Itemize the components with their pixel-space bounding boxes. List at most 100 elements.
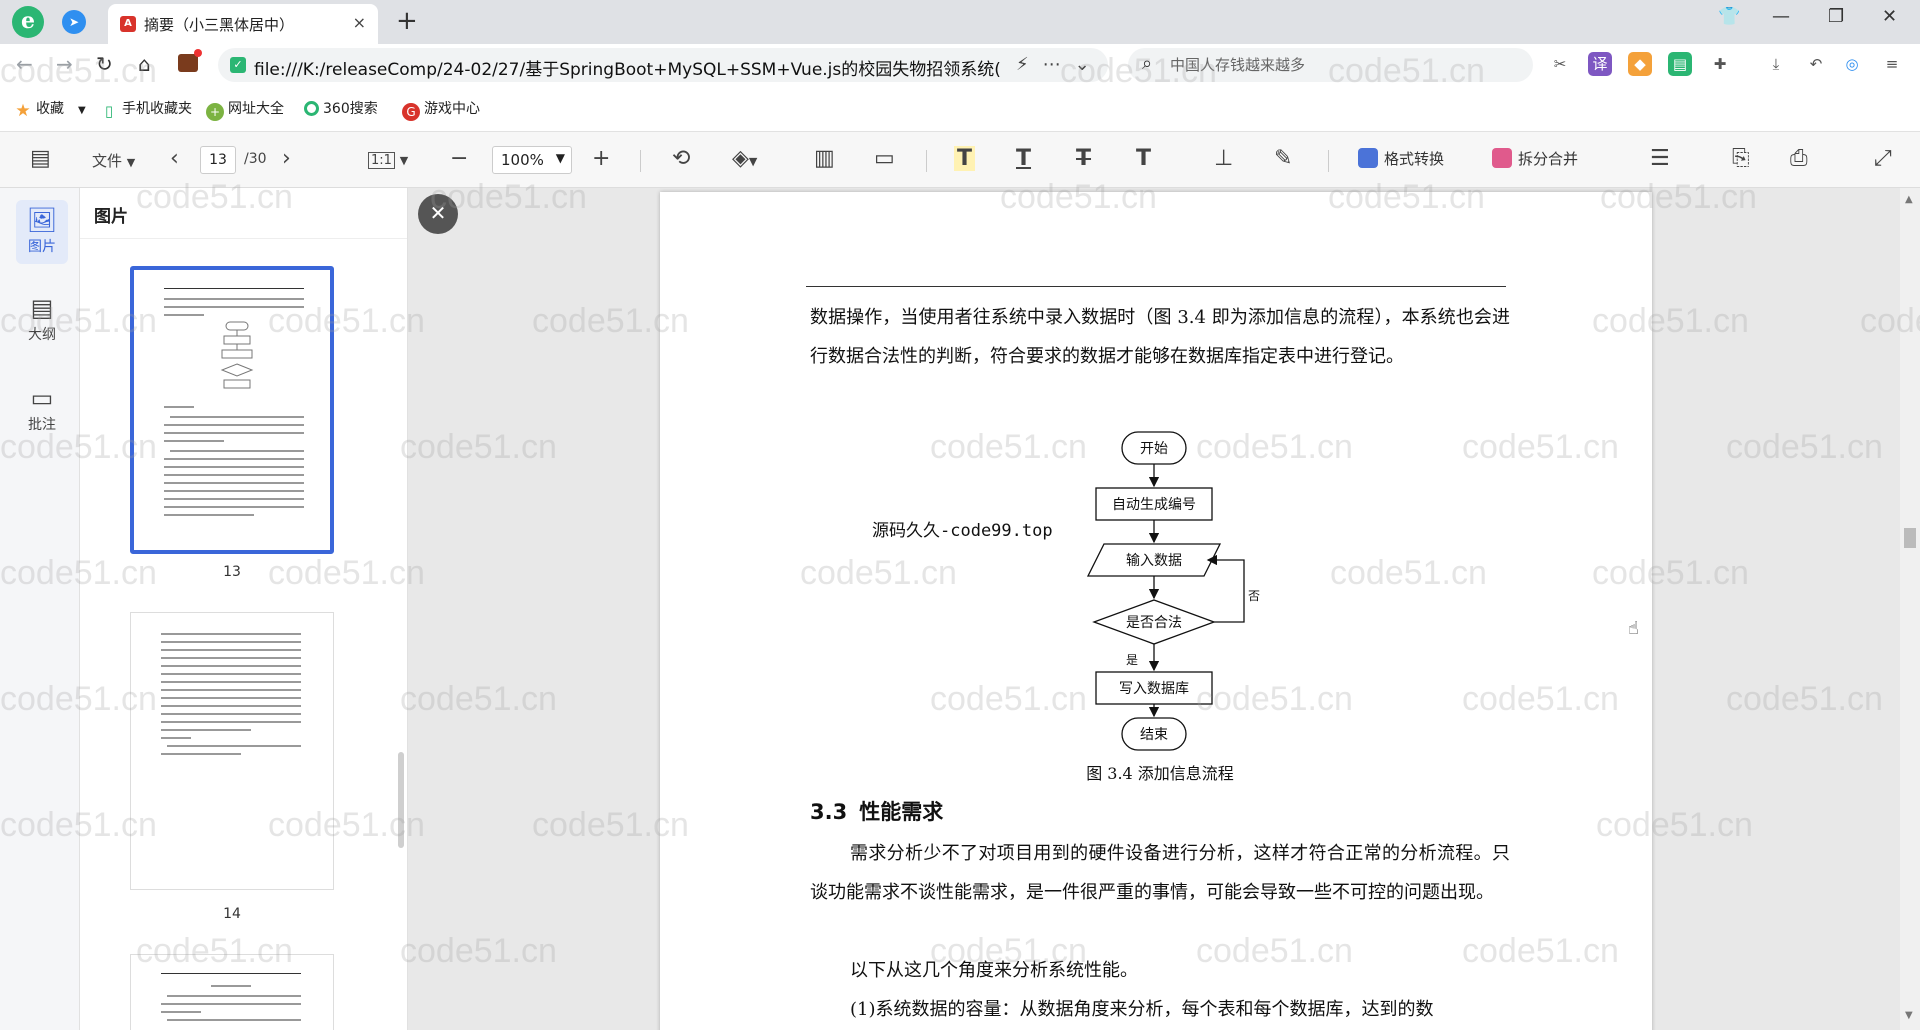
bookmark-favorites[interactable]: ★ 收藏 ▼ (14, 98, 86, 120)
zoom-select[interactable]: 100% ▼ (492, 146, 572, 174)
close-panel-icon[interactable]: ✕ (418, 194, 458, 234)
text-box-icon[interactable]: T (1136, 146, 1151, 171)
url-text[interactable]: file:///K:/releaseComp/24-02/27/基于Spring… (254, 55, 1001, 80)
split-merge-button[interactable]: 拆分合并 (1492, 148, 1578, 169)
telegram-icon[interactable]: ➤ (62, 10, 86, 34)
fullscreen-icon[interactable]: ⤢ (1874, 146, 1892, 171)
section-number: 3.3 (810, 800, 848, 824)
save-icon[interactable]: ⎘ (1732, 146, 1750, 171)
scroll-down-icon[interactable]: ▼ (1905, 1010, 1913, 1021)
find-icon[interactable]: ☰ (1650, 146, 1670, 171)
sidebar-item-images[interactable]: 🖼 图片 (16, 200, 68, 264)
search-box[interactable]: ⌕ (1128, 48, 1533, 82)
game-icon[interactable]: ◆ (1628, 52, 1652, 76)
notification-dot (194, 49, 202, 57)
bookmark-games[interactable]: G 游戏中心 (402, 98, 480, 121)
minimize-icon[interactable]: — (1772, 6, 1790, 27)
hand-cursor-icon: ☝ (1628, 618, 1639, 639)
forward-icon[interactable]: → (56, 52, 73, 76)
underline-text-icon[interactable]: T (1016, 146, 1031, 171)
fill-color-icon[interactable]: ◈▼ (732, 146, 757, 171)
briefcase-icon[interactable] (178, 54, 198, 72)
extensions-icon[interactable]: ✚ (1708, 52, 1732, 76)
header-rule (806, 286, 1506, 287)
panel-divider (80, 238, 407, 239)
page-thumbnail-13[interactable] (130, 266, 334, 554)
rotate-icon[interactable]: ⟲ (672, 146, 690, 171)
thumb-line (164, 474, 304, 476)
browser-tab-active[interactable]: A 摘要（小三黑体居中） × (108, 4, 378, 44)
page-view-icon[interactable]: ▥ (814, 146, 835, 171)
scroll-up-icon[interactable]: ▲ (1905, 194, 1913, 205)
thumb-line (161, 1003, 301, 1005)
signature-icon[interactable]: ✎ (1274, 146, 1292, 171)
scrollbar-thumb[interactable] (1904, 528, 1916, 548)
sync-icon[interactable]: ◎ (1840, 52, 1864, 76)
zoom-out-icon[interactable]: − (450, 146, 468, 171)
chevron-down-icon[interactable]: ⌄ (1075, 54, 1104, 75)
prev-page-icon[interactable]: ‹ (170, 146, 179, 171)
toolbar-divider (1328, 150, 1329, 172)
stamp-icon[interactable]: ⊥ (1214, 146, 1233, 171)
panel-scrollbar[interactable] (398, 752, 404, 848)
sidebar-toggle-icon[interactable]: ▤ (30, 146, 51, 171)
menu-icon[interactable]: ≡ (1880, 52, 1904, 76)
address-bar[interactable]: ✓ file:///K:/releaseComp/24-02/27/基于Spri… (218, 48, 1108, 82)
lightning-icon[interactable]: ⚡ (1016, 54, 1043, 75)
back-icon[interactable]: ← (16, 52, 33, 76)
print-icon[interactable]: ⎙ (1790, 146, 1808, 171)
thumb-line (161, 665, 301, 667)
pdf-page: 数据操作，当使用者往系统中录入数据时（图 3.4 即为添加信息的流程），本系统也… (660, 192, 1652, 1030)
thumb-rule (164, 288, 304, 289)
fit-mode-button[interactable]: 1:1 ▼ (368, 150, 408, 169)
reader-icon[interactable]: ▤ (1668, 52, 1692, 76)
format-convert-button[interactable]: 格式转换 (1358, 148, 1444, 169)
page-thumbnail-14[interactable] (130, 612, 334, 890)
paragraph-data-entry: 数据操作，当使用者往系统中录入数据时（图 3.4 即为添加信息的流程），本系统也… (810, 307, 1510, 367)
bookmark-mobile[interactable]: ▯ 手机收藏夹 (100, 98, 192, 120)
next-page-icon[interactable]: › (282, 146, 291, 171)
shirt-skin-icon[interactable]: 👕 (1718, 6, 1740, 27)
more-icon[interactable]: ⋯ (1043, 54, 1075, 75)
page-number-input[interactable]: 13 (200, 146, 236, 174)
zoom-in-icon[interactable]: + (592, 146, 610, 171)
sidebar-item-comments[interactable]: ▭ 批注 (16, 378, 68, 442)
strikethrough-text-icon[interactable]: T (1076, 146, 1091, 171)
caret-down-icon[interactable]: ▼ (78, 105, 86, 116)
document-viewer[interactable]: ✕ 数据操作，当使用者往系统中录入数据时（图 3.4 即为添加信息的流程），本系… (408, 188, 1920, 1030)
toolbar-divider (640, 150, 641, 172)
thumb-line (164, 498, 304, 500)
thumb-line (161, 705, 301, 707)
thumb-line (164, 490, 304, 492)
reload-icon[interactable]: ↻ (96, 52, 113, 76)
sidebar-item-outline[interactable]: ▤ 大纲 (16, 288, 68, 352)
outline-icon: ▤ (30, 294, 54, 322)
search-input[interactable] (1170, 54, 1510, 76)
browser-logo-icon[interactable]: e (12, 6, 44, 38)
undo-icon[interactable]: ↶ (1804, 52, 1828, 76)
restore-icon[interactable]: ❐ (1828, 6, 1844, 27)
thumb-line (161, 737, 191, 739)
thumbnail-page-number: 14 (223, 906, 241, 922)
home-icon[interactable]: ⌂ (138, 52, 151, 76)
comment-tool-icon[interactable]: ▭ (874, 146, 895, 171)
document-scrollbar[interactable]: ▲ ▼ (1900, 188, 1920, 1030)
site-info-icon[interactable]: ✓ (230, 57, 246, 73)
page-thumbnail-15[interactable] (130, 954, 334, 1030)
new-tab-button[interactable]: + (396, 6, 418, 36)
caret-down-icon: ▼ (748, 155, 758, 168)
caret-down-icon: ▼ (126, 156, 136, 169)
highlight-text-icon[interactable]: T (954, 146, 976, 171)
thumb-line (161, 721, 301, 723)
close-tab-icon[interactable]: × (353, 13, 366, 32)
close-window-icon[interactable]: ✕ (1882, 6, 1897, 27)
thumb-line (161, 681, 301, 683)
bookmark-sites[interactable]: + 网址大全 (206, 98, 284, 121)
bookmark-360-search[interactable]: 360搜索 (304, 98, 378, 118)
download-icon[interactable]: ⤓ (1764, 52, 1788, 76)
file-menu[interactable]: 文件 ▼ (92, 150, 135, 171)
bookmarks-bar: ★ 收藏 ▼ ▯ 手机收藏夹 + 网址大全 360搜索 G 游戏中心 (0, 86, 1920, 132)
scissors-icon[interactable]: ✂ (1548, 52, 1572, 76)
translate-icon[interactable]: 译 (1588, 52, 1612, 76)
thumbnail-page-number: 13 (223, 564, 241, 580)
